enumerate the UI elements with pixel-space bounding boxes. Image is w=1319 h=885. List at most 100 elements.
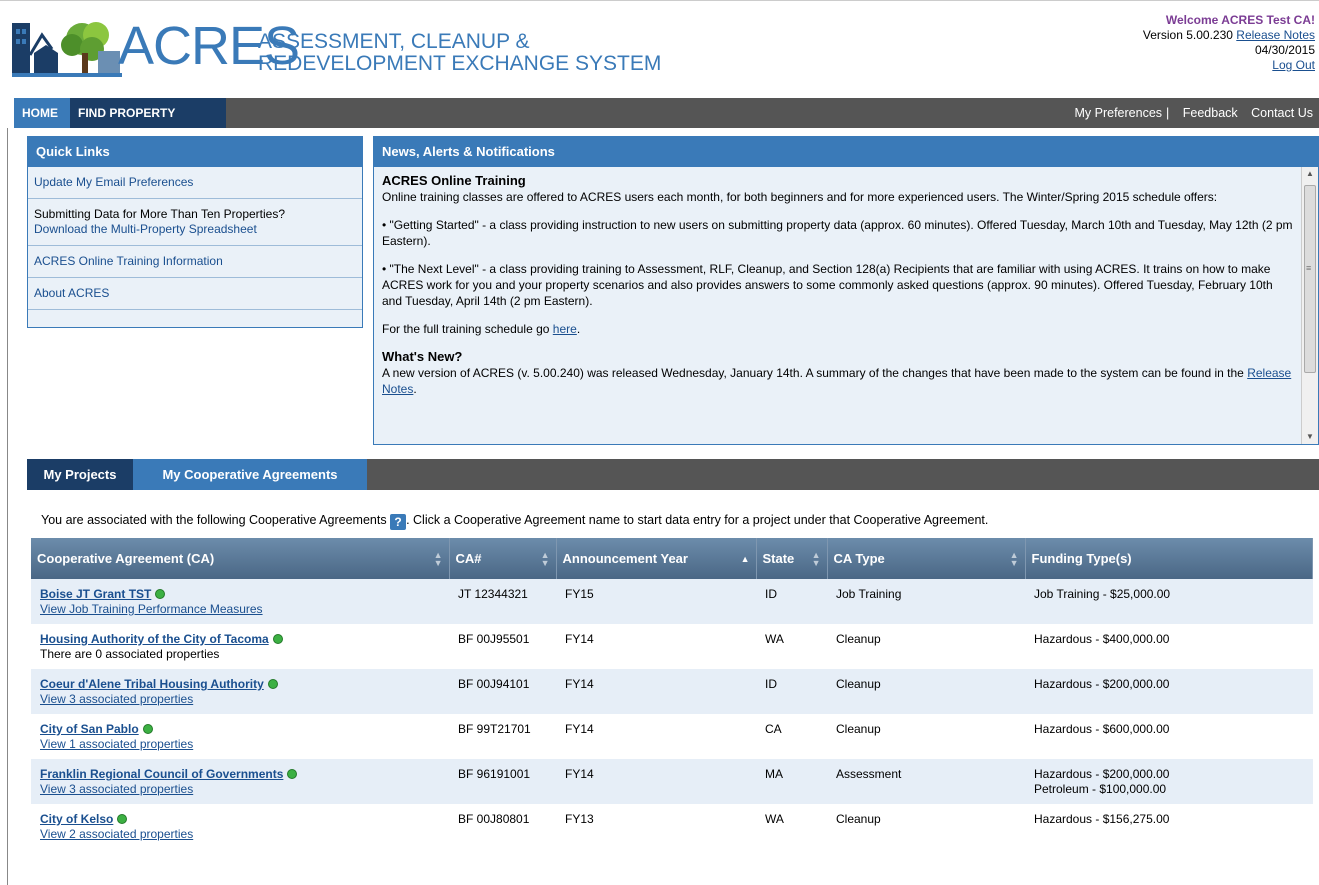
cell-funding-types: Hazardous - $600,000.00 [1025, 714, 1313, 759]
about-acres-link[interactable]: About ACRES [34, 286, 109, 300]
my-preferences-link[interactable]: My Preferences [1075, 106, 1163, 120]
ca-name-link[interactable]: Franklin Regional Council of Governments [40, 767, 283, 781]
cell-ca-number: BF 00J80801 [449, 804, 556, 849]
news-panel: News, Alerts & Notifications ACRES Onlin… [373, 136, 1319, 445]
funding-type: Hazardous - $156,275.00 [1034, 812, 1170, 826]
cell-ca-type: Job Training [827, 579, 1025, 624]
scroll-down-icon[interactable]: ▼ [1302, 430, 1318, 444]
update-email-preferences-link[interactable]: Update My Email Preferences [34, 175, 193, 189]
column-header-ca[interactable]: Cooperative Agreement (CA) ▲ ▼ [31, 538, 450, 579]
table-row: Housing Authority of the City of Tacoma T… [31, 624, 1313, 669]
cell-funding-types: Hazardous - $200,000.00 [1025, 669, 1313, 714]
nav-separator: | [1166, 106, 1170, 120]
download-spreadsheet-link[interactable]: Download the Multi-Property Spreadsheet [34, 222, 257, 236]
current-date: 04/30/2015 [1254, 43, 1315, 57]
schedule-here-link[interactable]: here [553, 322, 577, 336]
logout-link[interactable]: Log Out [1272, 58, 1315, 72]
cell-announcement-year: FY13 [556, 804, 756, 849]
ca-name-link[interactable]: City of San Pablo [40, 722, 139, 736]
cell-state: ID [756, 579, 827, 624]
news-training-heading: ACRES Online Training [382, 173, 526, 188]
cell-ca-type: Cleanup [827, 804, 1025, 849]
funding-type: Hazardous - $200,000.00 [1034, 677, 1170, 691]
ca-sub-link[interactable]: View 3 associated properties [40, 782, 193, 796]
schedule-text: For the full training schedule go [382, 322, 550, 336]
cell-announcement-year: FY14 [556, 669, 756, 714]
cell-ca-type: Cleanup [827, 669, 1025, 714]
column-header-label: Funding Type(s) [1031, 551, 1132, 566]
cell-ca-name: City of San Pablo View 1 associated prope… [31, 714, 449, 759]
ca-name-link[interactable]: Coeur d'Alene Tribal Housing Authority [40, 677, 264, 691]
contact-us-link[interactable]: Contact Us [1251, 106, 1313, 120]
quick-link-item: ACRES Online Training Information [28, 246, 362, 278]
acres-logo-icon[interactable] [12, 15, 122, 77]
ca-name-link[interactable]: City of Kelso [40, 812, 113, 826]
tab-my-projects[interactable]: My Projects [27, 459, 133, 490]
sort-asc-icon[interactable]: ▲ [741, 555, 750, 564]
tab-my-cooperative-agreements[interactable]: My Cooperative Agreements [133, 459, 367, 490]
funding-type: Job Training - $25,000.00 [1034, 587, 1171, 601]
quick-link-item: Submitting Data for More Than Ten Proper… [28, 199, 362, 246]
table-row: Coeur d'Alene Tribal Housing Authority Vi… [31, 669, 1313, 714]
feedback-link[interactable]: Feedback [1183, 106, 1238, 120]
table-row: Franklin Regional Council of Governments… [31, 759, 1313, 804]
version-text: Version 5.00.230 [1142, 28, 1233, 42]
status-dot-icon [142, 724, 153, 734]
sort-icon[interactable]: ▲ ▼ [434, 551, 443, 568]
cell-announcement-year: FY15 [556, 579, 756, 624]
cell-ca-number: BF 00J94101 [449, 669, 556, 714]
cell-funding-types: Hazardous - $156,275.00 [1025, 804, 1313, 849]
cell-ca-name: Housing Authority of the City of Tacoma T… [31, 624, 449, 669]
cell-announcement-year: FY14 [556, 624, 756, 669]
column-header-state[interactable]: State ▲ ▼ [756, 538, 828, 579]
table-row: City of Kelso View 2 associated propertie… [31, 804, 1313, 849]
cell-funding-types: Job Training - $25,000.00 [1025, 579, 1313, 624]
cell-state: CA [756, 714, 827, 759]
cell-state: ID [756, 669, 827, 714]
cell-announcement-year: FY14 [556, 759, 756, 804]
funding-type: Hazardous - $400,000.00 [1034, 632, 1170, 646]
ca-sub-link[interactable]: View Job Training Performance Measures [40, 602, 263, 616]
nav-find-property-tab[interactable]: FIND PROPERTY [70, 98, 226, 128]
ca-sub-text: There are 0 associated properties [40, 647, 220, 661]
sort-icon[interactable]: ▲ ▼ [1010, 551, 1019, 568]
help-icon[interactable]: ? [390, 514, 407, 530]
column-header-label: Cooperative Agreement (CA) [37, 551, 215, 566]
nav-home-tab[interactable]: HOME [14, 98, 70, 128]
status-dot-icon [117, 814, 128, 824]
ca-name-link[interactable]: Boise JT Grant TST [40, 587, 151, 601]
ca-sub-link[interactable]: View 2 associated properties [40, 827, 193, 841]
cell-ca-name: Franklin Regional Council of Governments… [31, 759, 449, 804]
cell-funding-types: Hazardous - $200,000.00 Petroleum - $100,… [1025, 759, 1313, 804]
scrollbar-thumb[interactable] [1304, 185, 1316, 373]
quick-links-panel: Quick Links Update My Email Preferences … [27, 136, 363, 328]
cell-announcement-year: FY14 [556, 714, 756, 759]
status-dot-icon [287, 769, 298, 779]
column-header-label: State [762, 551, 795, 566]
release-notes-link[interactable]: Release Notes [1236, 28, 1315, 42]
logo-subtitle: Assessment, Cleanup & Redevelopment Exch… [258, 31, 661, 75]
sort-icon[interactable]: ▲ ▼ [812, 551, 821, 568]
ca-sub-link[interactable]: View 3 associated properties [40, 692, 193, 706]
sort-icon[interactable]: ▲ ▼ [541, 551, 550, 568]
cell-state: WA [756, 804, 827, 849]
column-header-ca-number[interactable]: CA# ▲ ▼ [449, 538, 557, 579]
column-header-label: CA# [455, 551, 482, 566]
user-info: Welcome ACRES Test CA! Version 5.00.230 … [1143, 13, 1315, 73]
cell-state: WA [756, 624, 827, 669]
cell-ca-number: BF 96191001 [449, 759, 556, 804]
status-dot-icon [155, 589, 166, 599]
news-scrollbar[interactable]: ▲ ≡ ▼ [1301, 167, 1318, 444]
news-bullet-getting-started: • "Getting Started" - a class providing … [382, 218, 1293, 248]
ca-sub-link[interactable]: View 1 associated properties [40, 737, 193, 751]
scroll-up-icon[interactable]: ▲ [1302, 167, 1318, 181]
column-header-announcement-year[interactable]: Announcement Year ▲ [556, 538, 757, 579]
status-dot-icon [272, 634, 283, 644]
site-header: ACRES Assessment, Cleanup & Redevelopmen… [0, 0, 1319, 95]
quick-link-item: Update My Email Preferences [28, 167, 362, 199]
ca-name-link[interactable]: Housing Authority of the City of Tacoma [40, 632, 269, 646]
column-header-ca-type[interactable]: CA Type ▲ ▼ [827, 538, 1026, 579]
column-header-funding-types[interactable]: Funding Type(s) [1025, 538, 1313, 579]
news-title: News, Alerts & Notifications [374, 137, 1318, 167]
online-training-info-link[interactable]: ACRES Online Training Information [34, 254, 223, 268]
